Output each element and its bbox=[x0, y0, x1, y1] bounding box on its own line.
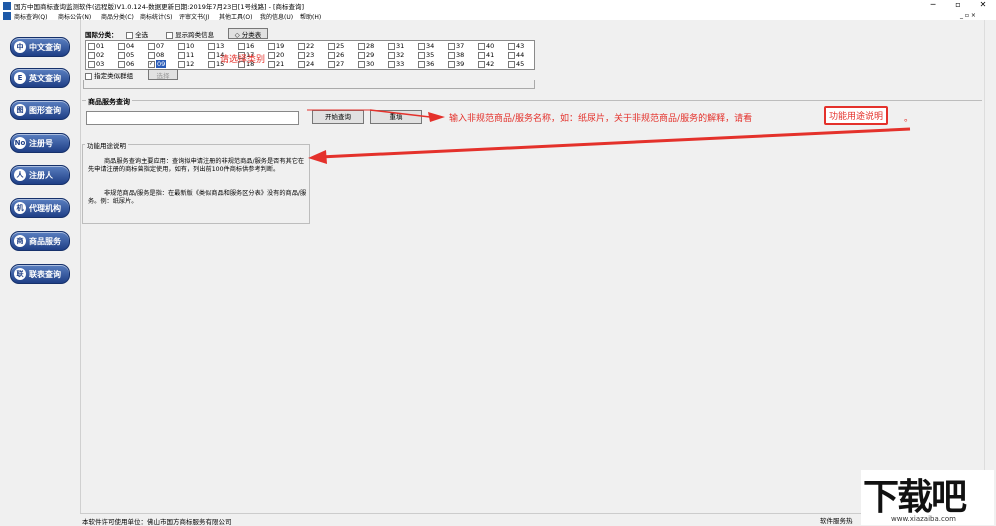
menu-bar: 商标查询(Q) 商标公告(N) 商品分类(C) 商标统计(S) 评审文书(J) … bbox=[0, 11, 996, 21]
nav-english-query[interactable]: E 英文查询 bbox=[10, 68, 70, 88]
nav-label: 图形查询 bbox=[29, 105, 61, 115]
nav-label: 商品服务 bbox=[29, 236, 61, 246]
close-button[interactable]: ✕ bbox=[972, 0, 994, 10]
mdi-window-controls[interactable]: _ ▫ × bbox=[960, 12, 976, 19]
joint-icon: 联 bbox=[14, 268, 26, 280]
nav-label: 注册人 bbox=[29, 170, 53, 180]
english-icon: E bbox=[14, 72, 26, 84]
nav-label: 联表查询 bbox=[29, 269, 61, 279]
annotation-arrows bbox=[307, 109, 911, 164]
agency-icon: 机 bbox=[14, 202, 26, 214]
watermark-url: www.xiazaiba.com bbox=[891, 515, 956, 523]
annotation-suffix: 。 bbox=[904, 114, 914, 124]
vertical-scrollbar[interactable] bbox=[984, 20, 995, 513]
nav-label: 英文查询 bbox=[29, 73, 61, 83]
service-hotline-text: 软件服务热 bbox=[820, 517, 853, 525]
nav-chinese-query[interactable]: 中 中文查询 bbox=[10, 37, 70, 57]
nav-label: 注册号 bbox=[29, 138, 53, 148]
nav-label: 代理机构 bbox=[29, 203, 61, 213]
annotation-text: 输入非规范商品/服务名称，如：纸尿片，关于非规范商品/服务的解释，请看 bbox=[449, 114, 753, 124]
status-bar: 本软件许可使用单位：佛山市国方商标服务有限公司 软件服务热 bbox=[80, 513, 984, 526]
title-bar: 国方中国商标查询监测软件(远程版)V1.0.124-数据更新日期:2019年7月… bbox=[0, 0, 996, 11]
nav-reg-number[interactable]: No 注册号 bbox=[10, 133, 70, 153]
watermark-big: 下载吧 bbox=[863, 477, 967, 518]
annotation-boxed: 功能用途说明 bbox=[824, 106, 889, 125]
main-content: 国际分类： 全选 显示跨类信息 ◇ 分类表 01 02 03 04 05 06 07 08 ✓ 0… bbox=[80, 20, 983, 513]
maximize-button[interactable]: ▫ bbox=[947, 0, 969, 10]
chinese-icon: 中 bbox=[14, 41, 26, 53]
image-icon: 图 bbox=[14, 104, 26, 116]
sidebar: 中 中文查询 E 英文查询 图 图形查询 No 注册号 人 注册人 机 代理机构… bbox=[0, 20, 81, 525]
nav-label: 中文查询 bbox=[29, 42, 61, 52]
nav-goods-service[interactable]: 商 商品服务 bbox=[10, 231, 70, 251]
number-icon: No bbox=[14, 137, 26, 149]
minimize-button[interactable]: ─ bbox=[922, 0, 944, 10]
goods-icon: 商 bbox=[14, 235, 26, 247]
watermark-logo: 下载吧 www.xiazaiba.com bbox=[861, 470, 994, 525]
mdi-doc-icon bbox=[3, 12, 11, 20]
nav-joint-query[interactable]: 联 联表查询 bbox=[10, 264, 70, 284]
nav-agency[interactable]: 机 代理机构 bbox=[10, 198, 70, 218]
nav-image-query[interactable]: 图 图形查询 bbox=[10, 100, 70, 120]
person-icon: 人 bbox=[14, 169, 26, 181]
app-icon bbox=[3, 2, 11, 10]
window-title: 国方中国商标查询监测软件(远程版)V1.0.124-数据更新日期:2019年7月… bbox=[14, 3, 305, 11]
nav-registrant[interactable]: 人 注册人 bbox=[10, 165, 70, 185]
